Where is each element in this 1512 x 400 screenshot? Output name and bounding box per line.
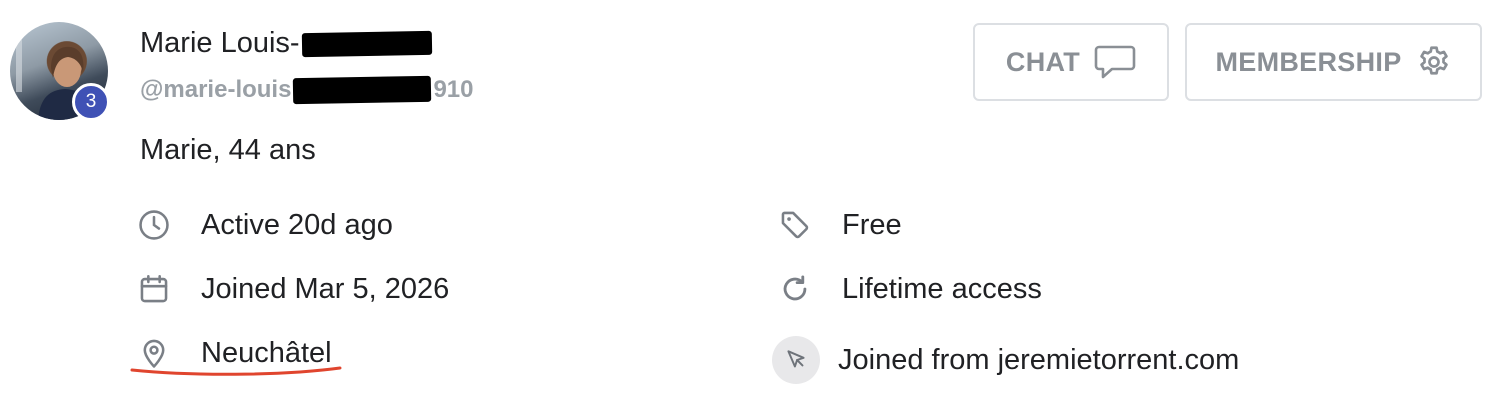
tag-icon xyxy=(778,208,812,242)
referral-text: Joined from jeremietorrent.com xyxy=(838,343,1240,376)
redaction-mark xyxy=(301,30,432,57)
profile-subtitle: Marie, 44 ans xyxy=(140,134,316,166)
membership-button-label: MEMBERSHIP xyxy=(1215,46,1402,77)
activity-row: Active 20d ago xyxy=(137,208,393,242)
gear-icon xyxy=(1419,46,1448,75)
cursor-icon xyxy=(772,336,820,384)
profile-name: Marie Louis- xyxy=(140,27,432,60)
speech-bubble-icon xyxy=(1094,45,1136,79)
joined-date-text: Joined Mar 5, 2026 xyxy=(201,272,450,305)
access-row: Lifetime access xyxy=(778,272,1042,306)
profile-name-text: Marie Louis- xyxy=(140,27,300,59)
joined-date-row: Joined Mar 5, 2026 xyxy=(137,272,449,306)
activity-text: Active 20d ago xyxy=(201,208,393,241)
redaction-mark xyxy=(293,75,432,105)
clock-icon xyxy=(137,208,171,242)
plan-text: Free xyxy=(842,208,902,241)
refresh-icon xyxy=(778,272,812,306)
handle-prefix: @marie-louis xyxy=(140,76,292,103)
referral-row: Joined from jeremietorrent.com xyxy=(772,336,1240,384)
membership-button[interactable]: MEMBERSHIP xyxy=(1185,23,1482,101)
chat-button[interactable]: CHAT xyxy=(973,23,1169,101)
calendar-icon xyxy=(137,272,171,306)
handle-suffix: 910 xyxy=(433,76,474,103)
profile-handle: @marie-louis 910 xyxy=(140,75,474,105)
annotation-underline xyxy=(130,366,342,376)
notification-badge: 3 xyxy=(72,83,110,121)
chat-button-label: CHAT xyxy=(1005,46,1081,77)
plan-row: Free xyxy=(778,208,902,242)
access-text: Lifetime access xyxy=(842,272,1042,305)
